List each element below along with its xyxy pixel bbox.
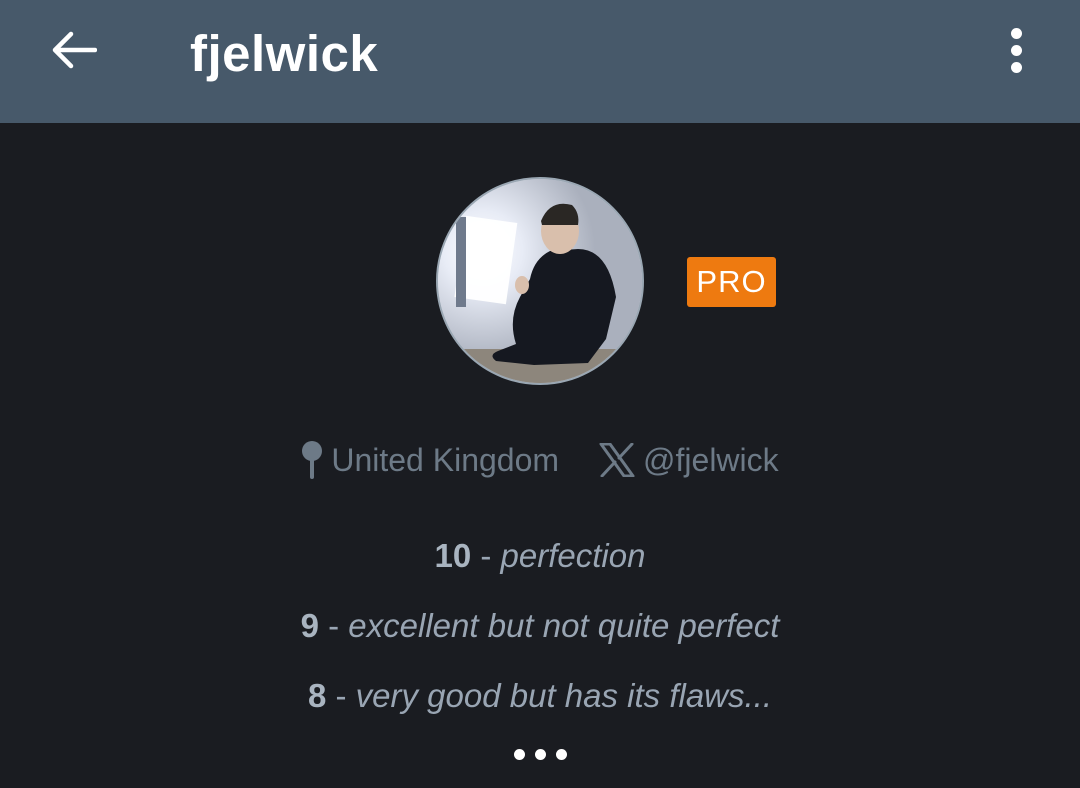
more-vert-icon: [1010, 27, 1022, 39]
rating-line: 8 - very good but has its flaws...: [0, 670, 1080, 740]
pro-badge: PRO: [687, 257, 776, 307]
ellipsis-icon-dot: [534, 748, 546, 760]
map-pin-icon: [302, 441, 323, 479]
x-logo-icon: [599, 443, 635, 477]
app-bar: fjelwick: [0, 0, 1080, 123]
more-options-button[interactable]: [992, 24, 1040, 76]
rating-line: 9 - excellent but not quite perfect: [0, 600, 1080, 670]
arrow-left-icon: [52, 31, 97, 69]
rating-description: very good but has its flaws...: [355, 677, 773, 714]
more-vert-icon-dot: [1010, 61, 1022, 73]
rating-separator: -: [326, 677, 356, 714]
rating-score: 8: [307, 677, 327, 714]
page-title: fjelwick: [190, 25, 379, 82]
rating-separator: -: [471, 537, 501, 574]
rating-scale-list: 10 - perfection 9 - excellent but not qu…: [0, 530, 1080, 740]
location-text: United Kingdom: [331, 441, 560, 478]
ellipsis-icon-dot: [555, 748, 567, 760]
rating-score: 10: [434, 537, 472, 574]
avatar[interactable]: [436, 177, 644, 385]
rating-score: 9: [300, 607, 319, 644]
rating-description: excellent but not quite perfect: [348, 607, 780, 644]
rating-separator: -: [318, 607, 349, 644]
more-vert-icon-dot: [1010, 44, 1022, 56]
social-link[interactable]: @fjelwick: [599, 442, 779, 479]
ellipsis-icon: [513, 748, 525, 760]
profile-photo: [438, 179, 642, 383]
rating-line: 10 - perfection: [0, 530, 1080, 600]
show-more-button[interactable]: [510, 744, 570, 764]
profile-meta-row: United Kingdom @fjelwick: [0, 434, 1080, 486]
back-button[interactable]: [46, 26, 102, 74]
social-handle-text: @fjelwick: [643, 441, 779, 478]
location-link[interactable]: United Kingdom: [301, 440, 559, 480]
rating-description: perfection: [500, 537, 646, 574]
